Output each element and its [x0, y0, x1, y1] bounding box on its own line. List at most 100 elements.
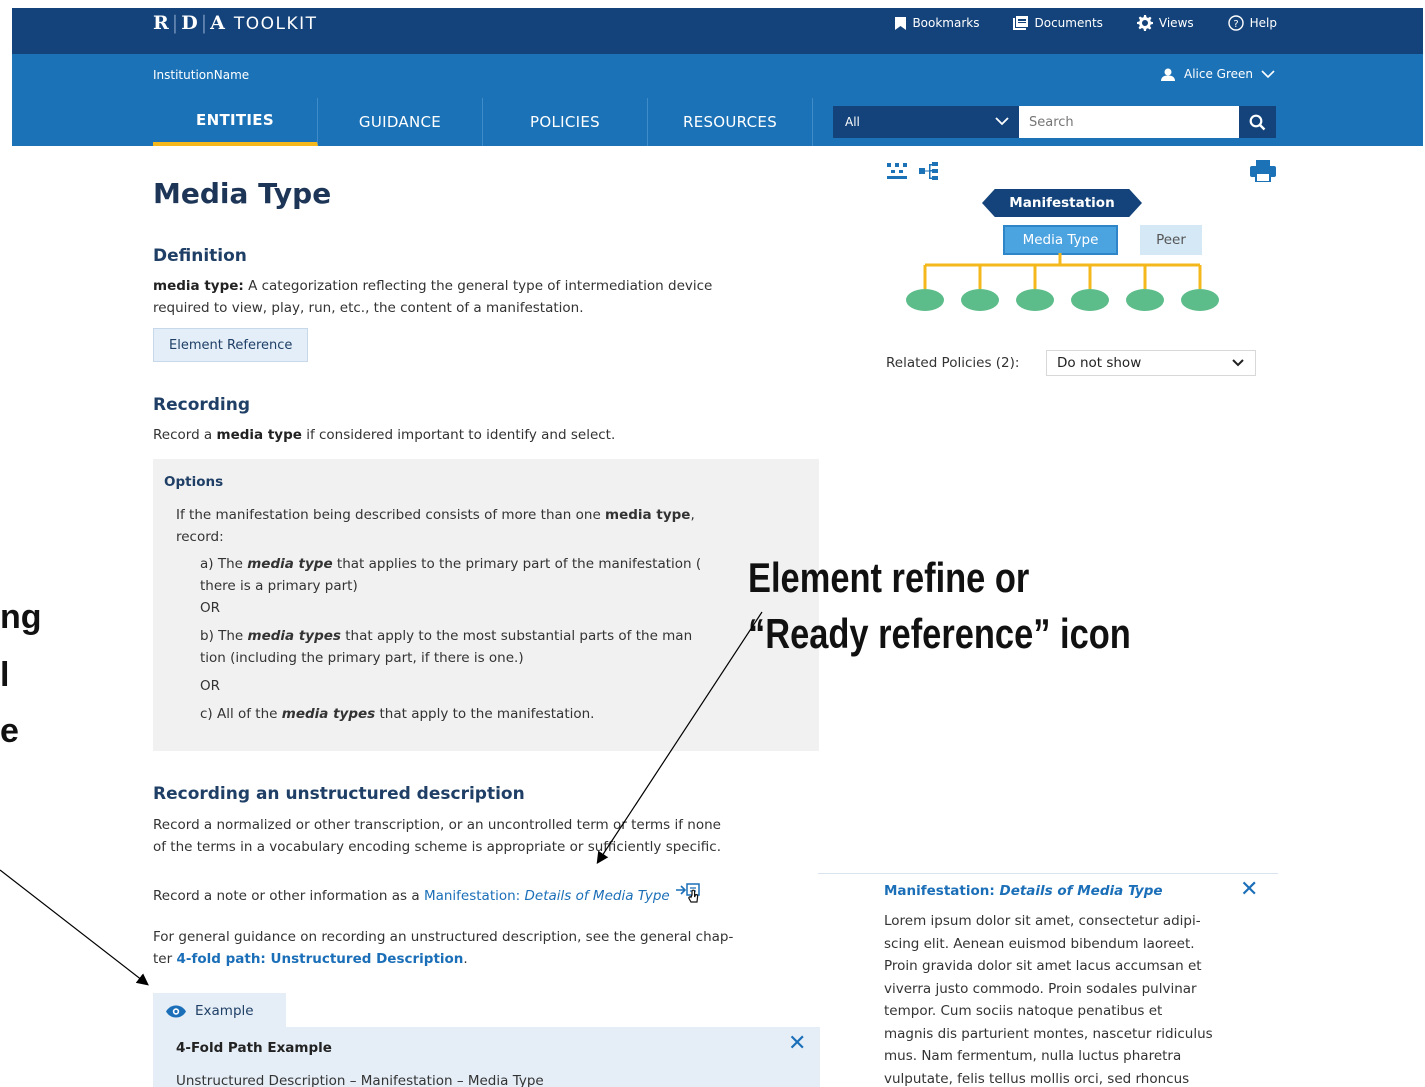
- recording-text: Record a media type if considered import…: [153, 424, 813, 446]
- search-input[interactable]: [1019, 106, 1239, 138]
- text-fragment: there is a primary part): [200, 578, 358, 594]
- text-fragment: that applies to the primary part of the …: [332, 556, 702, 572]
- left-callout-fragment: e: [0, 712, 19, 750]
- popup-title: Manifestation: Details of Media Type: [884, 883, 1163, 899]
- diagram-leaf-group: [906, 289, 1219, 311]
- link-prefix: Manifestation:: [423, 888, 525, 904]
- diagram-child-node[interactable]: [1181, 289, 1219, 311]
- unstructured-text: Record a normalized or other transcripti…: [153, 814, 813, 858]
- definition-line-2: required to view, play, run, etc., the c…: [153, 300, 584, 316]
- example-close-icon[interactable]: ✕: [788, 1031, 806, 1056]
- diagram-children-tree: [906, 253, 1219, 311]
- term-media-type: media type: [216, 427, 302, 443]
- documents-link[interactable]: Documents: [1013, 15, 1103, 31]
- popup-text-line: magnis dis parturient montes, nascetur r…: [884, 1025, 1213, 1042]
- logo-letter-d: D: [181, 12, 199, 34]
- help-label: Help: [1249, 16, 1277, 30]
- gear-icon: [1136, 15, 1153, 31]
- definition-heading: Definition: [153, 246, 247, 266]
- text-fragment: that apply to the most substantial parts…: [340, 628, 693, 644]
- top-links: Bookmarks Documents Views ? Help: [895, 15, 1277, 31]
- note-text: Record a note or other information as a …: [153, 880, 813, 908]
- diagram-tree-lines: [923, 253, 1202, 289]
- related-policies-value: Do not show: [1057, 355, 1142, 371]
- term-media-types: media types: [281, 706, 376, 722]
- popup-text: Lorem ipsum dolor sit amet, consectetur …: [884, 910, 1264, 1087]
- logo-letter-a: A: [210, 12, 226, 34]
- diagram-node-peer[interactable]: Peer: [1140, 225, 1202, 255]
- diagram-node-manifestation[interactable]: Manifestation: [982, 189, 1142, 217]
- options-heading: Options: [164, 474, 224, 490]
- search-icon: [1249, 114, 1266, 130]
- hierarchy-view-icon[interactable]: [886, 161, 908, 181]
- popup-text-line: viverra justo commodo. Proin sodales pul…: [884, 980, 1197, 997]
- search-button[interactable]: [1239, 106, 1276, 138]
- example-tab-label: Example: [195, 1003, 254, 1019]
- user-menu[interactable]: Alice Green: [1160, 67, 1275, 81]
- text-fragment: of the terms in a vocabulary encoding sc…: [153, 839, 722, 855]
- page-title: Media Type: [153, 177, 332, 210]
- popup-text-line: scing elit. Aenean euismod bibendum laor…: [884, 935, 1195, 952]
- popup-text-line: Proin gravida dolor sit amet lacus accum…: [884, 958, 1202, 974]
- ready-reference-icon[interactable]: [674, 880, 708, 908]
- popup-text-line: vulputate, felis tellus mollis orci, sed…: [884, 1070, 1190, 1087]
- diagram-node-media-type[interactable]: Media Type: [1003, 225, 1118, 255]
- related-policies-label: Related Policies (2):: [886, 355, 1020, 371]
- left-callout-fragment: ng: [0, 598, 42, 636]
- logo-letter-r: R: [153, 12, 170, 34]
- bookmarks-link[interactable]: Bookmarks: [895, 15, 979, 31]
- search-scope-select[interactable]: All: [833, 106, 1019, 138]
- text-fragment: tion (including the primary part, if the…: [200, 650, 524, 666]
- term-media-type: media type: [247, 556, 333, 572]
- diagram-child-node[interactable]: [1126, 289, 1164, 311]
- diagram-child-node[interactable]: [1071, 289, 1109, 311]
- text-fragment: .: [463, 951, 468, 967]
- text-fragment: For general guidance on recording an uns…: [153, 929, 734, 945]
- example-subtitle: Unstructured Description – Manifestation…: [176, 1073, 544, 1087]
- search-scope-value: All: [845, 115, 860, 129]
- main-nav: ENTITIES GUIDANCE POLICIES RESOURCES: [153, 98, 813, 146]
- tab-entities[interactable]: ENTITIES: [153, 98, 318, 146]
- link-italic: Details of Media Type: [524, 888, 670, 904]
- diagram-child-node[interactable]: [906, 289, 944, 311]
- popup-close-icon[interactable]: ✕: [1240, 877, 1258, 902]
- arrow-to-example: [0, 869, 149, 986]
- rda-toolkit-logo[interactable]: R | D | A TOOLKIT: [153, 12, 318, 34]
- term-media-type: media type: [605, 507, 691, 523]
- popup-text-line: tempor. Cum sociis natoque penatibus et: [884, 1003, 1163, 1019]
- user-name: Alice Green: [1183, 67, 1253, 81]
- diagram-child-node[interactable]: [961, 289, 999, 311]
- documents-icon: [1013, 16, 1029, 30]
- institution-name: InstitutionName: [153, 68, 250, 82]
- option-b: b) The media types that apply to the mos…: [200, 625, 780, 669]
- options-intro: If the manifestation being described con…: [176, 504, 776, 548]
- text-fragment: Record a normalized or other transcripti…: [153, 817, 721, 833]
- element-reference-button[interactable]: Element Reference: [153, 328, 309, 362]
- related-policies-select[interactable]: Do not show: [1046, 350, 1256, 376]
- tab-guidance[interactable]: GUIDANCE: [318, 98, 483, 146]
- chevron-down-icon: [1261, 69, 1275, 78]
- views-label: Views: [1158, 16, 1194, 30]
- tab-resources[interactable]: RESOURCES: [648, 98, 813, 146]
- option-a: a) The media type that applies to the pr…: [200, 553, 780, 597]
- definition-text: media type: A categorization reflecting …: [153, 275, 813, 319]
- diagram-child-node[interactable]: [1016, 289, 1054, 311]
- tab-policies[interactable]: POLICIES: [483, 98, 648, 146]
- text-fragment: b) The: [200, 628, 248, 644]
- general-guidance-text: For general guidance on recording an uns…: [153, 926, 813, 970]
- unstructured-heading: Recording an unstructured description: [153, 784, 525, 804]
- text-fragment: Record a: [153, 427, 217, 443]
- text-fragment: if considered important to identify and …: [301, 427, 616, 443]
- documents-label: Documents: [1034, 16, 1103, 30]
- popup-text-line: mus. Nam fermentum, nulla luctus pharetr…: [884, 1048, 1182, 1064]
- logo-separator: |: [171, 12, 180, 34]
- bookmarks-label: Bookmarks: [912, 16, 980, 30]
- views-link[interactable]: Views: [1136, 15, 1194, 31]
- tree-view-icon[interactable]: [918, 161, 940, 181]
- help-link[interactable]: ? Help: [1227, 15, 1277, 31]
- popup-text-line: Lorem ipsum dolor sit amet, consectetur …: [884, 913, 1201, 929]
- details-of-media-type-link[interactable]: Manifestation: Details of Media Type: [424, 888, 670, 904]
- print-icon[interactable]: [1250, 160, 1276, 182]
- example-tab[interactable]: Example: [153, 993, 286, 1029]
- four-fold-path-link[interactable]: 4-fold path: Unstructured Description: [176, 951, 463, 967]
